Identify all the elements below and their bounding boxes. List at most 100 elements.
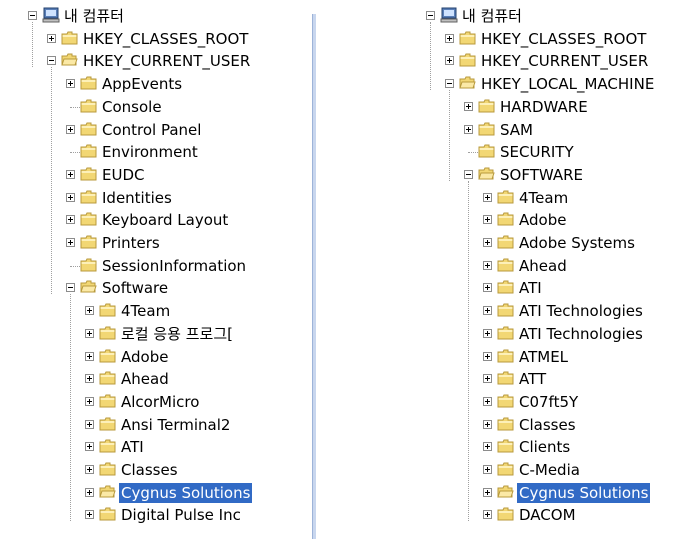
expand-icon[interactable] (483, 374, 492, 384)
folder-icon (80, 190, 97, 204)
expand-icon[interactable] (445, 33, 454, 43)
tree-item-label-selected: Cygnus Solutions (517, 482, 651, 503)
folder-icon (478, 99, 495, 113)
tree-item-label: 4Team (519, 188, 569, 207)
folder-icon (459, 53, 476, 67)
folder-icon (497, 258, 514, 272)
expand-icon[interactable] (445, 56, 454, 66)
expand-icon[interactable] (85, 465, 94, 474)
tree-item-label: AlcorMicro (121, 392, 200, 411)
tree-item-label: Adobe (121, 347, 169, 366)
collapse-icon[interactable] (426, 11, 435, 20)
tree-item-label: Identities (102, 188, 172, 207)
tree-item-label: 로컬 응용 프로그[ (121, 324, 233, 343)
tree-item-label: HKEY_CLASSES_ROOT (481, 29, 647, 48)
expand-icon[interactable] (464, 101, 473, 111)
folder-icon (497, 303, 514, 317)
tree-item-label: Clients (519, 438, 571, 457)
folder-icon (99, 394, 116, 408)
expand-icon[interactable] (85, 374, 94, 384)
expand-icon[interactable] (85, 351, 94, 361)
expand-icon[interactable] (66, 124, 75, 134)
tree-guide-line (468, 180, 469, 522)
expand-icon[interactable] (66, 79, 75, 89)
expand-icon[interactable] (464, 124, 473, 134)
collapse-icon[interactable] (28, 11, 37, 20)
expand-icon[interactable] (66, 238, 75, 247)
expand-icon[interactable] (483, 283, 492, 293)
expand-icon[interactable] (85, 306, 94, 316)
expand-icon[interactable] (85, 328, 94, 338)
right-registry-tree-pane: 내 컴퓨터 HKEY_CLASSES_ROOT HKEY_CURRENT_USER H… (418, 0, 690, 539)
expand-icon[interactable] (483, 442, 492, 452)
folder-icon (459, 31, 476, 45)
tree-item-label: ATI (519, 279, 542, 298)
expand-icon[interactable] (483, 419, 492, 429)
folder-icon (459, 76, 476, 90)
expand-icon[interactable] (483, 487, 492, 497)
collapse-icon[interactable] (47, 56, 56, 66)
tree-item-label: SessionInformation (102, 256, 247, 275)
tree-guide-line (51, 67, 52, 295)
tree-item-label: Keyboard Layout (102, 211, 229, 230)
folder-icon (80, 280, 97, 294)
tree-item-label: SOFTWARE (500, 165, 584, 184)
tree-item-label: Adobe (519, 211, 567, 230)
expand-icon[interactable] (483, 396, 492, 406)
expand-icon[interactable] (47, 33, 56, 43)
folder-icon (99, 417, 116, 431)
folder-icon (80, 258, 97, 272)
tree-item-label: Classes (121, 461, 178, 479)
folder-icon (99, 326, 116, 340)
collapse-icon[interactable] (66, 283, 75, 293)
expand-icon[interactable] (483, 238, 492, 247)
folder-icon (80, 76, 97, 90)
expand-icon[interactable] (85, 442, 94, 452)
tree-item-label: Digital Pulse Inc (121, 506, 241, 525)
expand-icon[interactable] (483, 465, 492, 474)
folder-icon (497, 417, 514, 431)
expand-icon[interactable] (85, 487, 94, 497)
tree-item-label: HKEY_CLASSES_ROOT (83, 29, 249, 48)
folder-icon (497, 280, 514, 294)
expand-icon[interactable] (483, 192, 492, 202)
expand-icon[interactable] (85, 419, 94, 429)
folder-icon (99, 349, 116, 363)
tree-guide-line (430, 22, 431, 91)
folder-icon (61, 53, 78, 67)
tree-item-label: DACOM (519, 506, 576, 525)
folder-icon (497, 190, 514, 204)
expand-icon[interactable] (483, 351, 492, 361)
expand-icon[interactable] (483, 215, 492, 225)
collapse-icon[interactable] (464, 169, 473, 179)
expand-icon[interactable] (483, 328, 492, 338)
expand-icon[interactable] (483, 306, 492, 316)
folder-icon (497, 394, 514, 408)
folder-icon (497, 326, 514, 340)
tree-item-label: Software (102, 279, 169, 298)
tree-item-label: C07ft5Y (519, 392, 579, 411)
expand-icon[interactable] (483, 260, 492, 270)
expand-icon[interactable] (66, 169, 75, 179)
expand-icon[interactable] (483, 510, 492, 520)
tree-item-label: 내 컴퓨터 (64, 7, 124, 25)
expand-icon[interactable] (66, 215, 75, 225)
folder-icon (497, 371, 514, 385)
collapse-icon[interactable] (445, 79, 454, 89)
computer-icon (440, 7, 458, 23)
tree-item-label-selected: Cygnus Solutions (119, 482, 253, 503)
tree-item-label: Printers (102, 234, 160, 252)
tree-item-label: SAM (500, 120, 534, 139)
tree-item-label: Ahead (519, 256, 567, 275)
tree-item-label: ATMEL (519, 347, 569, 366)
folder-icon (478, 167, 495, 181)
expand-icon[interactable] (66, 192, 75, 202)
tree-item-label: Console (102, 97, 162, 116)
expand-icon[interactable] (85, 510, 94, 520)
left-scrollbar[interactable] (312, 14, 316, 539)
tree-item-label: HKEY_CURRENT_USER (481, 52, 649, 71)
expand-icon[interactable] (85, 396, 94, 406)
folder-icon (99, 507, 116, 521)
folder-icon (497, 235, 514, 249)
tree-guide-line (449, 90, 450, 181)
